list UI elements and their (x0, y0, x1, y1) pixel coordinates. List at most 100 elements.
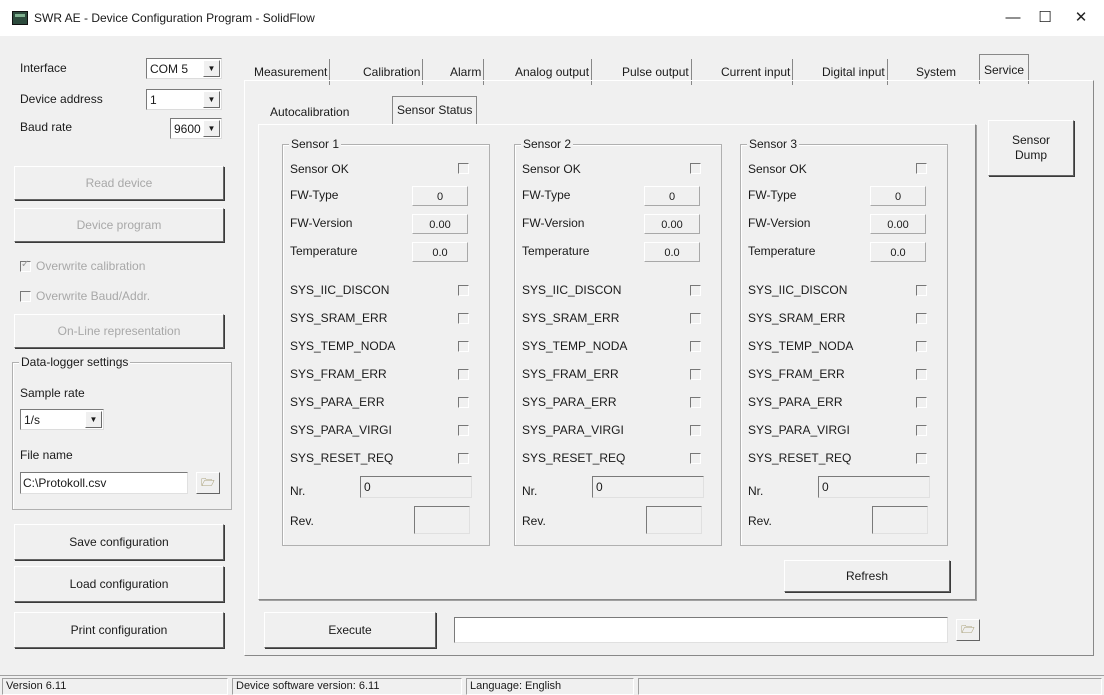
device-address-select[interactable]: 1 ▼ (146, 89, 222, 110)
app-icon (12, 11, 28, 25)
sensor-2-nr-label: Nr. (522, 484, 538, 498)
overwrite-calibration-label: Overwrite calibration (36, 259, 146, 273)
sensor-1-nr-label: Nr. (290, 484, 306, 498)
window-title: SWR AE - Device Configuration Program - … (34, 11, 315, 25)
sensor-1-fwversion-value: 0.00 (412, 214, 468, 234)
chevron-down-icon[interactable]: ▼ (203, 91, 220, 108)
sensor-1-flag-label: SYS_TEMP_NODA (290, 339, 396, 353)
sensor-2-flag-checkbox[interactable] (690, 453, 701, 464)
baud-rate-select[interactable]: 9600 ▼ (170, 118, 222, 139)
print-configuration-button[interactable]: Print configuration (14, 612, 224, 648)
close-button[interactable]: ✕ (1058, 0, 1104, 36)
sensor-3-flag-checkbox[interactable] (916, 425, 927, 436)
file-name-label: File name (20, 448, 73, 462)
folder-open-icon[interactable]: 🗁 (196, 472, 220, 494)
sensor-2-title: Sensor 2 (521, 137, 574, 151)
sensor-1-rev-value (414, 506, 470, 534)
sensor-1-nr-value: 0 (360, 476, 472, 498)
sensor-3-fwversion-label: FW-Version (748, 216, 811, 230)
device-program-button[interactable]: Device program (14, 208, 224, 242)
sensor-2-flag-checkbox[interactable] (690, 369, 701, 380)
sensor-1-flag-label: SYS_PARA_VIRGI (290, 423, 392, 437)
sensor-2-fwtype-label: FW-Type (522, 188, 571, 202)
sensor-3-flag-label: SYS_PARA_VIRGI (748, 423, 850, 437)
sensor-3-flag-label: SYS_TEMP_NODA (748, 339, 854, 353)
execute-button[interactable]: Execute (264, 612, 436, 648)
sensor-3-title: Sensor 3 (747, 137, 800, 151)
chevron-down-icon[interactable]: ▼ (203, 120, 220, 137)
sensor-3-ok-checkbox[interactable] (916, 163, 927, 174)
baud-rate-value: 9600 (174, 122, 201, 136)
sensor-2-flag-checkbox[interactable] (690, 397, 701, 408)
sample-rate-select[interactable]: 1/s ▼ (20, 409, 104, 430)
status-bar: Version 6.11 Device software version: 6.… (0, 675, 1104, 695)
device-address-value: 1 (150, 93, 157, 107)
print-configuration-label: Print configuration (70, 623, 168, 637)
sensor-3-rev-label: Rev. (748, 514, 772, 528)
chevron-down-icon[interactable]: ▼ (203, 60, 220, 77)
sensor-1-rev-label: Rev. (290, 514, 314, 528)
sensor-2-flag-label: SYS_PARA_VIRGI (522, 423, 624, 437)
sensor-dump-button[interactable]: Sensor Dump (988, 120, 1074, 176)
sensor-3-flag-checkbox[interactable] (916, 341, 927, 352)
sensor-1-flag-checkbox[interactable] (458, 285, 469, 296)
command-input[interactable] (454, 617, 948, 643)
sensor-2-temperature-label: Temperature (522, 244, 590, 258)
sensor-2-rev-label: Rev. (522, 514, 546, 528)
sensor-1-fwtype-value: 0 (412, 186, 468, 206)
sensor-1-flag-checkbox[interactable] (458, 453, 469, 464)
sensor-1-title: Sensor 1 (289, 137, 342, 151)
overwrite-baud-checkbox[interactable] (20, 291, 31, 302)
sensor-1-ok-label: Sensor OK (290, 162, 349, 176)
read-device-button[interactable]: Read device (14, 166, 224, 200)
status-empty (638, 678, 1102, 695)
sensor-3-temperature-label: Temperature (748, 244, 816, 258)
chevron-down-icon[interactable]: ▼ (85, 411, 102, 428)
sensor-2-flag-label: SYS_SRAM_ERR (522, 311, 620, 325)
subtab-sensor-status[interactable]: Sensor Status (392, 96, 478, 125)
interface-select[interactable]: COM 5 ▼ (146, 58, 222, 79)
load-configuration-label: Load configuration (69, 577, 169, 591)
baud-rate-label: Baud rate (20, 120, 73, 134)
sensor-1-flag-checkbox[interactable] (458, 313, 469, 324)
save-configuration-button[interactable]: Save configuration (14, 524, 224, 560)
sensor-2-ok-label: Sensor OK (522, 162, 581, 176)
sensor-2-flag-label: SYS_TEMP_NODA (522, 339, 628, 353)
folder-open-icon[interactable]: 🗁 (956, 619, 980, 641)
sensor-3-temperature-value: 0.0 (870, 242, 926, 262)
sensor-1-fwversion-label: FW-Version (290, 216, 353, 230)
online-representation-label: On-Line representation (57, 324, 181, 338)
load-configuration-button[interactable]: Load configuration (14, 566, 224, 602)
sensor-2-flag-label: SYS_PARA_ERR (522, 395, 617, 409)
overwrite-calibration-checkbox[interactable] (20, 259, 31, 272)
sensor-3-flag-checkbox[interactable] (916, 369, 927, 380)
sensor-1-flag-checkbox[interactable] (458, 369, 469, 380)
sensor-2-flag-checkbox[interactable] (690, 341, 701, 352)
sensor-1-flag-checkbox[interactable] (458, 425, 469, 436)
sensor-2-flag-checkbox[interactable] (690, 425, 701, 436)
subtab-autocalibration[interactable]: Autocalibration (270, 100, 349, 124)
sensor-3-flag-checkbox[interactable] (916, 453, 927, 464)
refresh-button[interactable]: Refresh (784, 560, 950, 592)
sensor-3-fwtype-label: FW-Type (748, 188, 797, 202)
sensor-1-flag-checkbox[interactable] (458, 341, 469, 352)
sensor-3-flag-checkbox[interactable] (916, 397, 927, 408)
sensor-2-flag-checkbox[interactable] (690, 285, 701, 296)
sensor-2-flag-checkbox[interactable] (690, 313, 701, 324)
file-name-input[interactable]: C:\Protokoll.csv (20, 472, 188, 494)
sensor-2-fwversion-label: FW-Version (522, 216, 585, 230)
read-device-label: Read device (85, 176, 153, 190)
sensor-2-flag-label: SYS_RESET_REQ (522, 451, 626, 465)
sensor-1-ok-checkbox[interactable] (458, 163, 469, 174)
status-device-sw: Device software version: 6.11 (232, 678, 462, 695)
sensor-3-flag-checkbox[interactable] (916, 313, 927, 324)
sensor-1-flag-checkbox[interactable] (458, 397, 469, 408)
sensor-3-nr-value: 0 (818, 476, 930, 498)
sensor-3-flag-checkbox[interactable] (916, 285, 927, 296)
sensor-2-rev-value (646, 506, 702, 534)
sensor-2-ok-checkbox[interactable] (690, 163, 701, 174)
sensor-1-flag-label: SYS_IIC_DISCON (290, 283, 390, 297)
online-representation-button[interactable]: On-Line representation (14, 314, 224, 348)
interface-value: COM 5 (150, 62, 189, 76)
sensor-1-flag-label: SYS_PARA_ERR (290, 395, 385, 409)
